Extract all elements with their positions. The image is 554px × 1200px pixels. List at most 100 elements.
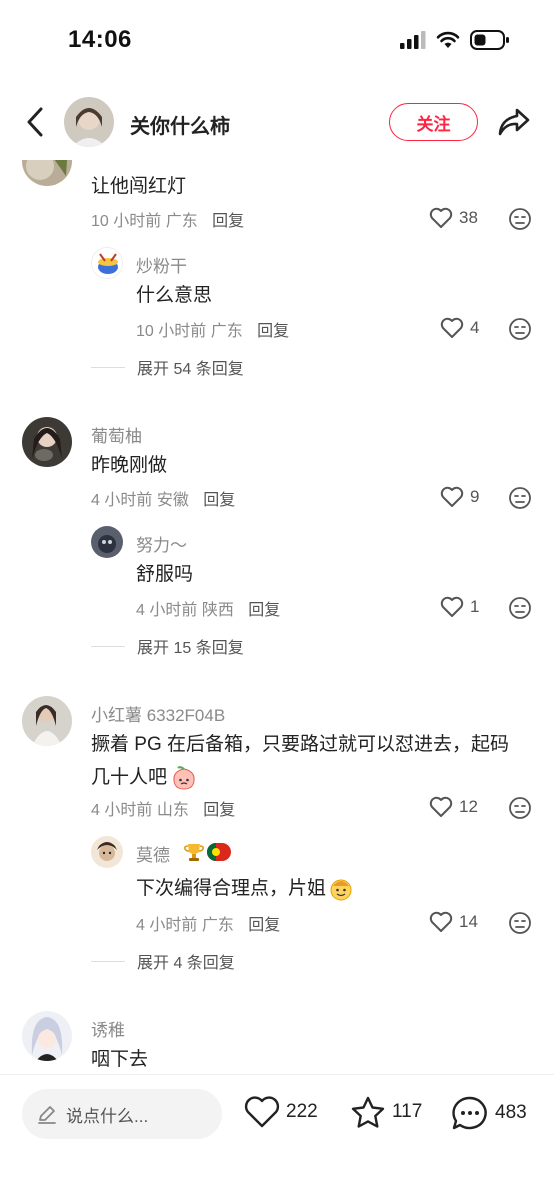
signal-icon xyxy=(400,31,426,49)
follow-button[interactable]: 关注 xyxy=(389,103,478,141)
comment-text-line: 几十人吧 xyxy=(91,761,197,794)
reply-time: 4 小时前 xyxy=(136,917,198,934)
like-button[interactable]: 12 xyxy=(429,796,478,818)
comment-avatar[interactable] xyxy=(22,696,72,746)
smiling-face-emoji-icon xyxy=(330,879,352,900)
heart-icon xyxy=(440,596,464,617)
reply-button[interactable]: 回复 xyxy=(212,213,244,230)
comment-text: 让他闯红灯 xyxy=(91,176,187,197)
reply-time: 10 小时前 xyxy=(136,323,207,340)
note-header: 关你什么柿 关注 xyxy=(0,84,554,160)
like-button[interactable]: 9 xyxy=(440,486,479,508)
comment-avatar[interactable] xyxy=(22,1011,72,1061)
reply-author[interactable]: 莫德 xyxy=(136,841,170,866)
like-button[interactable]: 38 xyxy=(429,207,478,229)
like-count: 9 xyxy=(470,487,480,506)
reply-button[interactable]: 回复 xyxy=(203,802,235,819)
comment-time: 4 小时前 xyxy=(91,492,153,509)
comment-input[interactable]: 说点什么... xyxy=(22,1089,222,1139)
expand-replies-button[interactable]: 展开 15 条回复 xyxy=(91,634,244,658)
comment-location: 安徽 xyxy=(156,492,189,509)
comment-meta: 4 小时前 安徽 回复 xyxy=(91,486,235,510)
status-icons xyxy=(400,30,510,50)
dislike-icon[interactable] xyxy=(508,486,532,510)
collect-action[interactable]: 117 xyxy=(350,1095,422,1129)
pencil-icon xyxy=(38,1106,56,1124)
reply-time: 4 小时前 xyxy=(136,602,198,619)
comment-time: 4 小时前 xyxy=(91,802,153,819)
status-time: 14:06 xyxy=(68,26,132,53)
reply-avatar[interactable] xyxy=(91,247,123,279)
reply-button[interactable]: 回复 xyxy=(257,323,289,340)
comment-location: 广东 xyxy=(165,213,198,230)
reply-avatar[interactable] xyxy=(91,836,123,868)
expand-replies-button[interactable]: 展开 4 条回复 xyxy=(91,949,235,973)
comment-meta: 4 小时前 山东 回复 xyxy=(91,796,235,820)
reply-button[interactable]: 回复 xyxy=(203,492,235,509)
comment-text-line: 撅着 PG 在后备箱，只要路过就可以怼进去，起码 xyxy=(91,734,510,755)
divider xyxy=(91,960,125,962)
reply-text: 什么意思 xyxy=(136,285,213,306)
wifi-icon xyxy=(436,31,460,48)
battery-icon xyxy=(470,30,509,50)
divider xyxy=(91,366,125,368)
reply-button[interactable]: 回复 xyxy=(248,602,280,619)
heart-icon xyxy=(440,486,464,507)
reply-location: 广东 xyxy=(210,323,243,340)
like-count: 38 xyxy=(459,208,478,227)
trophy-badge-icon xyxy=(184,844,204,861)
comment-avatar[interactable] xyxy=(22,417,72,467)
share-button[interactable] xyxy=(494,104,534,140)
reply-avatar[interactable] xyxy=(91,526,123,558)
comment-author[interactable]: 诱稚 xyxy=(91,1016,125,1041)
comment-text: 昨晚刚做 xyxy=(91,455,168,476)
dislike-icon[interactable] xyxy=(508,596,532,620)
heart-icon xyxy=(429,911,453,932)
reply-text: 舒服吗 xyxy=(136,564,194,585)
like-button[interactable]: 1 xyxy=(440,596,479,618)
author-name[interactable]: 关你什么柿 xyxy=(130,110,230,139)
expand-replies-label: 展开 4 条回复 xyxy=(137,955,235,972)
reply-meta: 4 小时前 陕西 回复 xyxy=(136,596,280,620)
reply-author[interactable]: 努力～ xyxy=(136,531,187,556)
share-icon xyxy=(498,108,530,136)
chat-bubble-icon xyxy=(452,1096,487,1130)
comment-location: 山东 xyxy=(156,802,189,819)
comment-time: 10 小时前 xyxy=(91,213,162,230)
back-button[interactable] xyxy=(18,104,52,140)
comment-author[interactable]: 葡萄柚 xyxy=(91,422,142,447)
dislike-icon[interactable] xyxy=(508,317,532,341)
reply-text: 下次编得合理点，片姐 xyxy=(136,878,327,899)
expand-replies-button[interactable]: 展开 54 条回复 xyxy=(91,355,244,379)
like-button[interactable]: 14 xyxy=(429,911,478,933)
reply-location: 陕西 xyxy=(201,602,234,619)
comment-meta: 10 小时前 广东 回复 xyxy=(91,207,244,231)
chevron-left-icon xyxy=(27,107,43,137)
collect-total: 117 xyxy=(392,1101,423,1122)
comment-text-continuation: 几十人吧 xyxy=(91,767,168,788)
comment-action[interactable]: 483 xyxy=(451,1095,527,1131)
like-count: 4 xyxy=(470,318,480,337)
comment-text: 咽下去 xyxy=(91,1049,149,1070)
dislike-icon[interactable] xyxy=(508,207,532,231)
like-count: 12 xyxy=(459,797,478,816)
comment-total: 483 xyxy=(495,1102,527,1123)
reply-author[interactable]: 炒粉干 xyxy=(136,252,187,277)
comment-author[interactable]: 小红薯 6332F04B xyxy=(91,701,225,726)
dislike-icon[interactable] xyxy=(508,796,532,820)
dislike-icon[interactable] xyxy=(508,911,532,935)
bottom-action-bar: 说点什么... 222 117 483 xyxy=(0,1074,554,1200)
comment-avatar[interactable] xyxy=(22,160,72,186)
like-button[interactable]: 4 xyxy=(440,317,479,339)
reply-button[interactable]: 回复 xyxy=(248,917,280,934)
reply-text-row: 下次编得合理点，片姐 xyxy=(136,872,354,905)
like-count: 14 xyxy=(459,912,478,931)
user-badges xyxy=(182,841,232,863)
status-bar: 14:06 xyxy=(0,0,554,84)
expand-replies-label: 展开 54 条回复 xyxy=(137,361,244,378)
author-avatar[interactable] xyxy=(64,97,114,147)
reply-meta: 10 小时前 广东 回复 xyxy=(136,317,289,341)
like-action[interactable]: 222 xyxy=(244,1095,318,1129)
reply-meta: 4 小时前 广东 回复 xyxy=(136,911,280,935)
comment-input-placeholder: 说点什么... xyxy=(66,1106,149,1126)
